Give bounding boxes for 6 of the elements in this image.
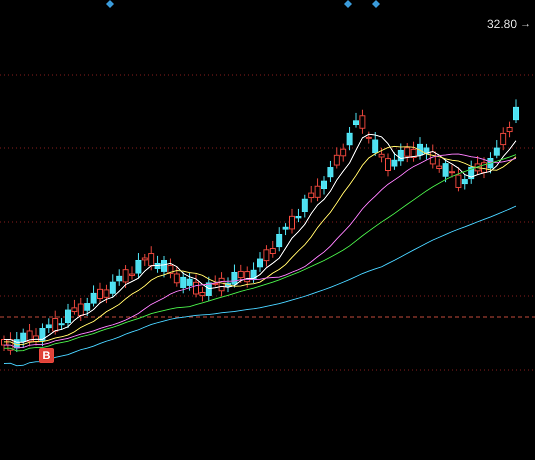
arrow-icon: → bbox=[520, 18, 531, 30]
price-label: 32.80 bbox=[486, 17, 517, 31]
diamond-icon bbox=[344, 0, 352, 8]
diamond-icon bbox=[106, 0, 114, 8]
buy-marker: B bbox=[39, 348, 54, 363]
diamond-icon bbox=[372, 0, 380, 8]
